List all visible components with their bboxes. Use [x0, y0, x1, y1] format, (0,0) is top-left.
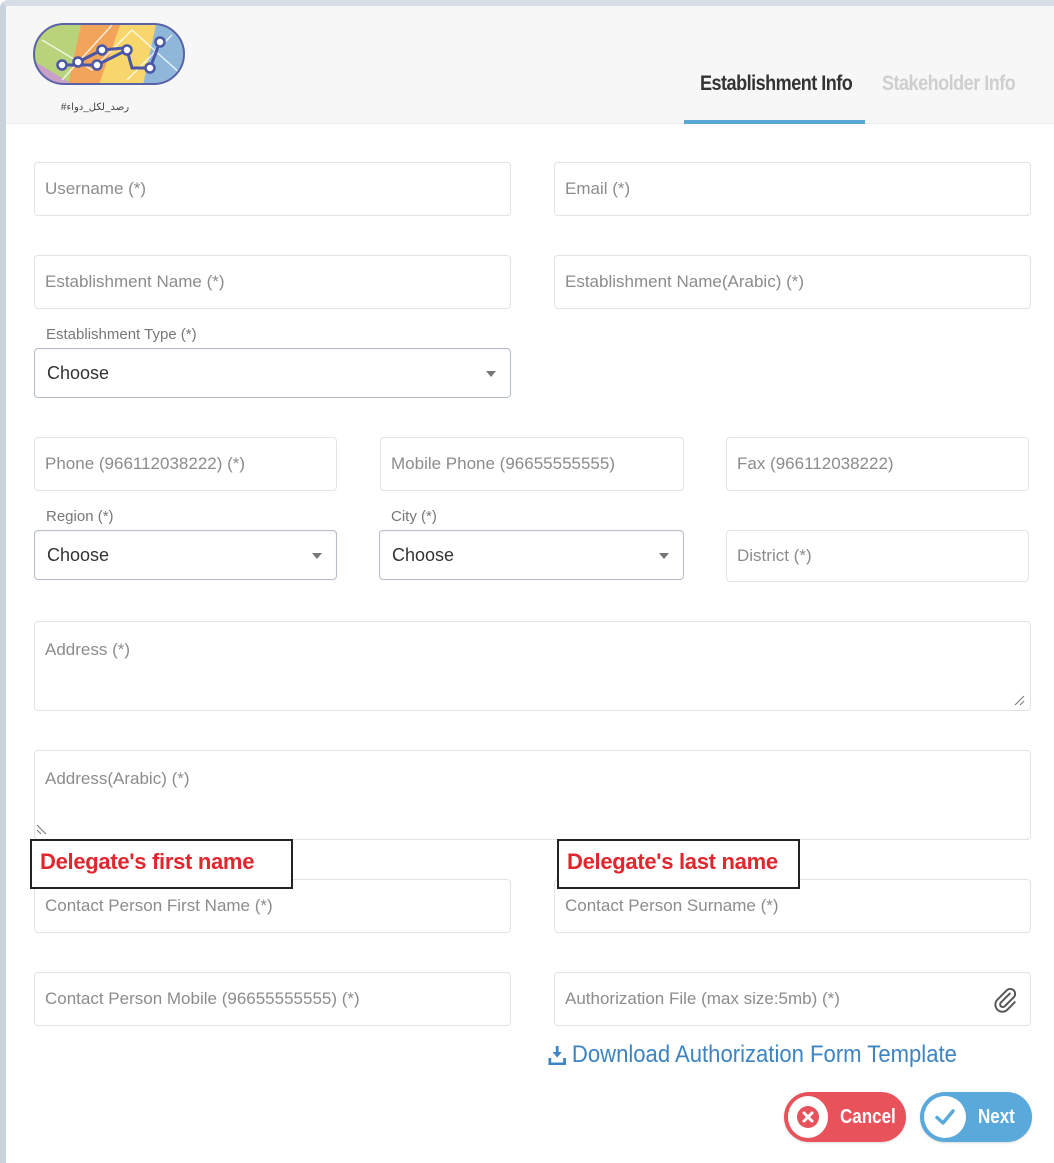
region-value: Choose [47, 544, 110, 565]
next-button-label: Next [978, 1105, 1015, 1128]
active-tab-indicator [684, 120, 865, 124]
first-name-annotation: Delegate's first name [30, 839, 293, 889]
region-select[interactable]: Choose [34, 530, 337, 580]
establishment-type-select[interactable]: Choose [34, 348, 511, 398]
check-circle-icon [924, 1096, 966, 1138]
username-input[interactable]: Username (*) [34, 162, 511, 216]
last-name-annotation: Delegate's last name [557, 839, 800, 889]
mobile-phone-input[interactable]: Mobile Phone (96655555555) [380, 437, 684, 491]
fax-input[interactable]: Fax (966112038222) [726, 437, 1029, 491]
chevron-down-icon [312, 553, 322, 559]
city-value: Choose [392, 544, 455, 565]
tab-establishment-info[interactable]: Establishment Info [700, 72, 853, 96]
city-select[interactable]: Choose [379, 530, 684, 580]
city-label: City (*) [391, 508, 437, 525]
authorization-file-input[interactable]: Authorization File (max size:5mb) (*) [554, 972, 1031, 1026]
chevron-down-icon [486, 371, 496, 377]
email-input[interactable]: Email (*) [554, 162, 1031, 216]
phone-input[interactable]: Phone (966112038222) (*) [34, 437, 337, 491]
page-header: #رصد_لكل_دواء Establishment Info Stakeho… [6, 6, 1054, 124]
tab-stakeholder-info[interactable]: Stakeholder Info [882, 72, 1016, 96]
cancel-button-label: Cancel [840, 1105, 897, 1128]
resize-handle-icon[interactable] [1013, 694, 1025, 706]
chevron-down-icon [659, 553, 669, 559]
contact-mobile-input[interactable]: Contact Person Mobile (96655555555) (*) [34, 972, 511, 1026]
download-template-link[interactable]: Download Authorization Form Template [548, 1041, 957, 1069]
next-button[interactable]: Next [920, 1092, 1032, 1142]
close-circle-icon [788, 1096, 829, 1138]
establishment-name-input[interactable]: Establishment Name (*) [34, 255, 511, 309]
establishment-name-arabic-input[interactable]: Establishment Name(Arabic) (*) [554, 255, 1031, 309]
resize-handle-icon[interactable] [36, 823, 48, 835]
region-label: Region (*) [46, 508, 114, 525]
address-arabic-textarea[interactable]: Address(Arabic) (*) [34, 750, 1031, 840]
establishment-type-label: Establishment Type (*) [46, 326, 197, 343]
address-textarea[interactable]: Address (*) [34, 621, 1031, 711]
download-icon [548, 1046, 566, 1065]
logo-caption: #رصد_لكل_دواء [60, 102, 130, 113]
cancel-button[interactable]: Cancel [784, 1092, 906, 1142]
download-template-label: Download Authorization Form Template [571, 1041, 957, 1068]
paperclip-icon[interactable] [992, 987, 1018, 1013]
address-placeholder: Address (*) [45, 640, 131, 659]
address-arabic-placeholder: Address(Arabic) (*) [45, 769, 190, 788]
establishment-type-value: Choose [47, 362, 110, 383]
district-input[interactable]: District (*) [726, 530, 1029, 582]
authorization-file-placeholder: Authorization File (max size:5mb) (*) [565, 989, 840, 1008]
